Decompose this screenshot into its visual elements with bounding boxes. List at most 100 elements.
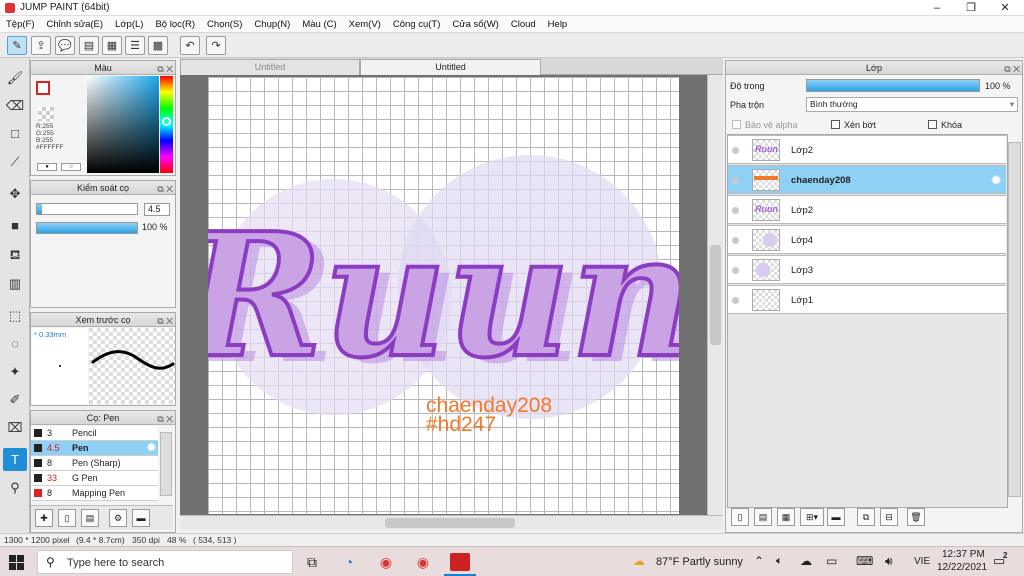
fill-rect-icon[interactable]: ■ [3, 214, 27, 237]
visibility-icon[interactable] [732, 147, 739, 154]
color-dot-button[interactable]: ● [37, 163, 57, 171]
menu-help[interactable]: Help [542, 19, 574, 30]
visibility-icon[interactable] [732, 237, 739, 244]
task-view-icon[interactable]: ⧉ [300, 550, 324, 574]
volume-icon[interactable]: 🔊︎ [885, 554, 893, 569]
layer-row[interactable]: Lớp3 [728, 255, 1006, 284]
eyedropper-icon[interactable]: ⚲ [3, 476, 27, 499]
document-icon[interactable]: ▦ [102, 36, 122, 55]
layer-row[interactable]: Ruun Lớp2 [728, 135, 1006, 164]
menu-view[interactable]: Xem(V) [343, 19, 387, 30]
transparent-swatch[interactable] [38, 107, 54, 121]
hscroll-thumb[interactable] [385, 518, 515, 528]
merge-layer-icon[interactable]: ⊟ [880, 508, 898, 526]
marquee-icon[interactable]: ⬚ [3, 304, 27, 327]
visibility-icon[interactable] [732, 207, 739, 214]
jump-paint-taskbar-icon[interactable] [448, 550, 472, 574]
search-box[interactable]: ⚲ Type here to search [37, 550, 293, 574]
move-tool-icon[interactable]: ✥ [3, 182, 27, 205]
display-icon[interactable]: ▭ [826, 554, 837, 568]
list-icon[interactable]: ☰ [125, 36, 145, 55]
menu-cloud[interactable]: Cloud [505, 19, 542, 30]
layer-row[interactable]: Lớp4 [728, 225, 1006, 254]
visibility-icon[interactable] [732, 177, 739, 184]
weather-text[interactable]: 87°F Partly sunny [656, 556, 743, 568]
panel-close-icon[interactable]: ⧉ ✕ [1004, 62, 1020, 76]
menu-layer[interactable]: Lớp(L) [109, 19, 149, 30]
new-layer-icon[interactable]: ▯ [731, 508, 749, 526]
panel-close-icon[interactable]: ⧉ ✕ [157, 182, 173, 196]
keyboard-icon[interactable]: ⌨ [856, 554, 873, 568]
chrome-icon[interactable]: ◉ [374, 550, 398, 574]
speaker-icon[interactable]: 🔈︎ [776, 555, 783, 568]
brush-item-selected[interactable]: 4.5 Pen ✹ [31, 441, 158, 456]
panel-close-icon[interactable]: ⧉ ✕ [157, 314, 173, 328]
minimize-button[interactable]: – [920, 0, 954, 16]
brush-opacity-slider[interactable] [36, 222, 138, 234]
layer-list-scrollbar[interactable] [1008, 142, 1021, 497]
brush-copy-icon[interactable]: ▤ [81, 509, 99, 527]
brush-tool-icon[interactable]: 🖌 [3, 66, 27, 89]
bucket-tool-icon[interactable]: ⛾ [3, 244, 27, 267]
cloud-icon[interactable]: ☁ [800, 554, 812, 568]
chat-icon[interactable]: ▤ [79, 36, 99, 55]
panel-close-icon[interactable]: ⧉ ✕ [157, 412, 173, 426]
menu-edit[interactable]: Chỉnh sửa(E) [41, 19, 110, 30]
menu-filter[interactable]: Bộ lọc(R) [149, 19, 201, 30]
primary-color-swatch[interactable] [36, 81, 50, 95]
brush-item[interactable]: 8 Mapping Pen [31, 486, 158, 501]
magic-wand-icon[interactable]: ✦ [3, 360, 27, 383]
new-raster-layer-icon[interactable]: ▤ [754, 508, 772, 526]
gear-icon[interactable]: ✹ [990, 172, 1002, 189]
close-button[interactable]: ✕ [988, 0, 1022, 16]
layer-row[interactable]: Ruun Lớp2 [728, 195, 1006, 224]
panel-close-icon[interactable]: ⧉ ✕ [157, 62, 173, 76]
visibility-icon[interactable] [732, 297, 739, 304]
grid-icon[interactable]: ▩ [148, 36, 168, 55]
canvas-vertical-scrollbar[interactable] [707, 75, 723, 515]
tab-untitled-2[interactable]: Untitled [360, 59, 541, 75]
menu-file[interactable]: Tệp(F) [0, 19, 41, 30]
vscroll-thumb[interactable] [710, 245, 721, 345]
gear-icon[interactable]: ✹ [147, 441, 156, 455]
select-pen-icon[interactable]: ✐ [3, 388, 27, 411]
layer-row-selected[interactable]: chaenday208 ✹ [728, 165, 1006, 194]
new-layer-menu-icon[interactable]: ⊞▾ [800, 508, 824, 526]
blend-mode-select[interactable]: Bình thường ▾ [806, 97, 1018, 112]
eraser-tool-icon[interactable]: ⌫ [3, 94, 27, 117]
line-tool-icon[interactable]: ⟋ [3, 150, 27, 173]
brush-size-slider[interactable] [36, 203, 138, 215]
hue-handle[interactable] [162, 117, 171, 126]
brush-folder-icon[interactable]: ▬ [132, 509, 150, 527]
new-text-layer-icon[interactable]: ▦ [777, 508, 795, 526]
brush-add-icon[interactable]: ✚ [35, 509, 53, 527]
windows-start-icon[interactable] [4, 550, 28, 574]
menu-tools[interactable]: Công cụ(T) [387, 19, 447, 30]
brush-settings-icon[interactable]: ⚙ [109, 509, 127, 527]
brush-list-scrollbar[interactable] [160, 432, 172, 496]
clock-date[interactable]: 12/22/2021 [937, 562, 987, 573]
menu-color[interactable]: Màu (C) [296, 19, 342, 30]
brush-item[interactable]: 8 Pen (Sharp) [31, 456, 158, 471]
menu-window[interactable]: Cửa sổ(W) [446, 19, 504, 30]
language-indicator[interactable]: VIE [914, 556, 930, 567]
tab-untitled-1[interactable]: Untitled [180, 59, 360, 75]
delete-layer-icon[interactable]: 🗑 [907, 508, 925, 526]
edge-icon[interactable]: ◔ [337, 550, 361, 574]
share-icon[interactable]: ⇪ [31, 36, 51, 55]
visibility-icon[interactable] [732, 267, 739, 274]
new-folder-icon[interactable]: ▬ [827, 508, 845, 526]
menu-capture[interactable]: Chụp(N) [248, 19, 296, 30]
chevron-up-icon[interactable]: ⌃ [754, 554, 764, 568]
canvas-horizontal-scrollbar[interactable] [180, 515, 723, 530]
color-circle-button[interactable]: ○ [61, 163, 81, 171]
undo-icon[interactable]: ↶ [180, 36, 200, 55]
layer-opacity-slider[interactable] [806, 79, 980, 92]
lock-checkbox[interactable]: Khóa [928, 120, 962, 130]
brush-size-value[interactable]: 4.5 [144, 203, 170, 216]
brush-item[interactable]: 33 G Pen [31, 471, 158, 486]
maximize-button[interactable]: ❐ [954, 0, 988, 16]
canvas-paper[interactable]: Ruun Ruun chaenday208 #hd247 [176, 77, 706, 514]
duplicate-layer-icon[interactable]: ⧉ [857, 508, 875, 526]
protect-alpha-checkbox[interactable]: Bảo vệ alpha [732, 120, 798, 130]
